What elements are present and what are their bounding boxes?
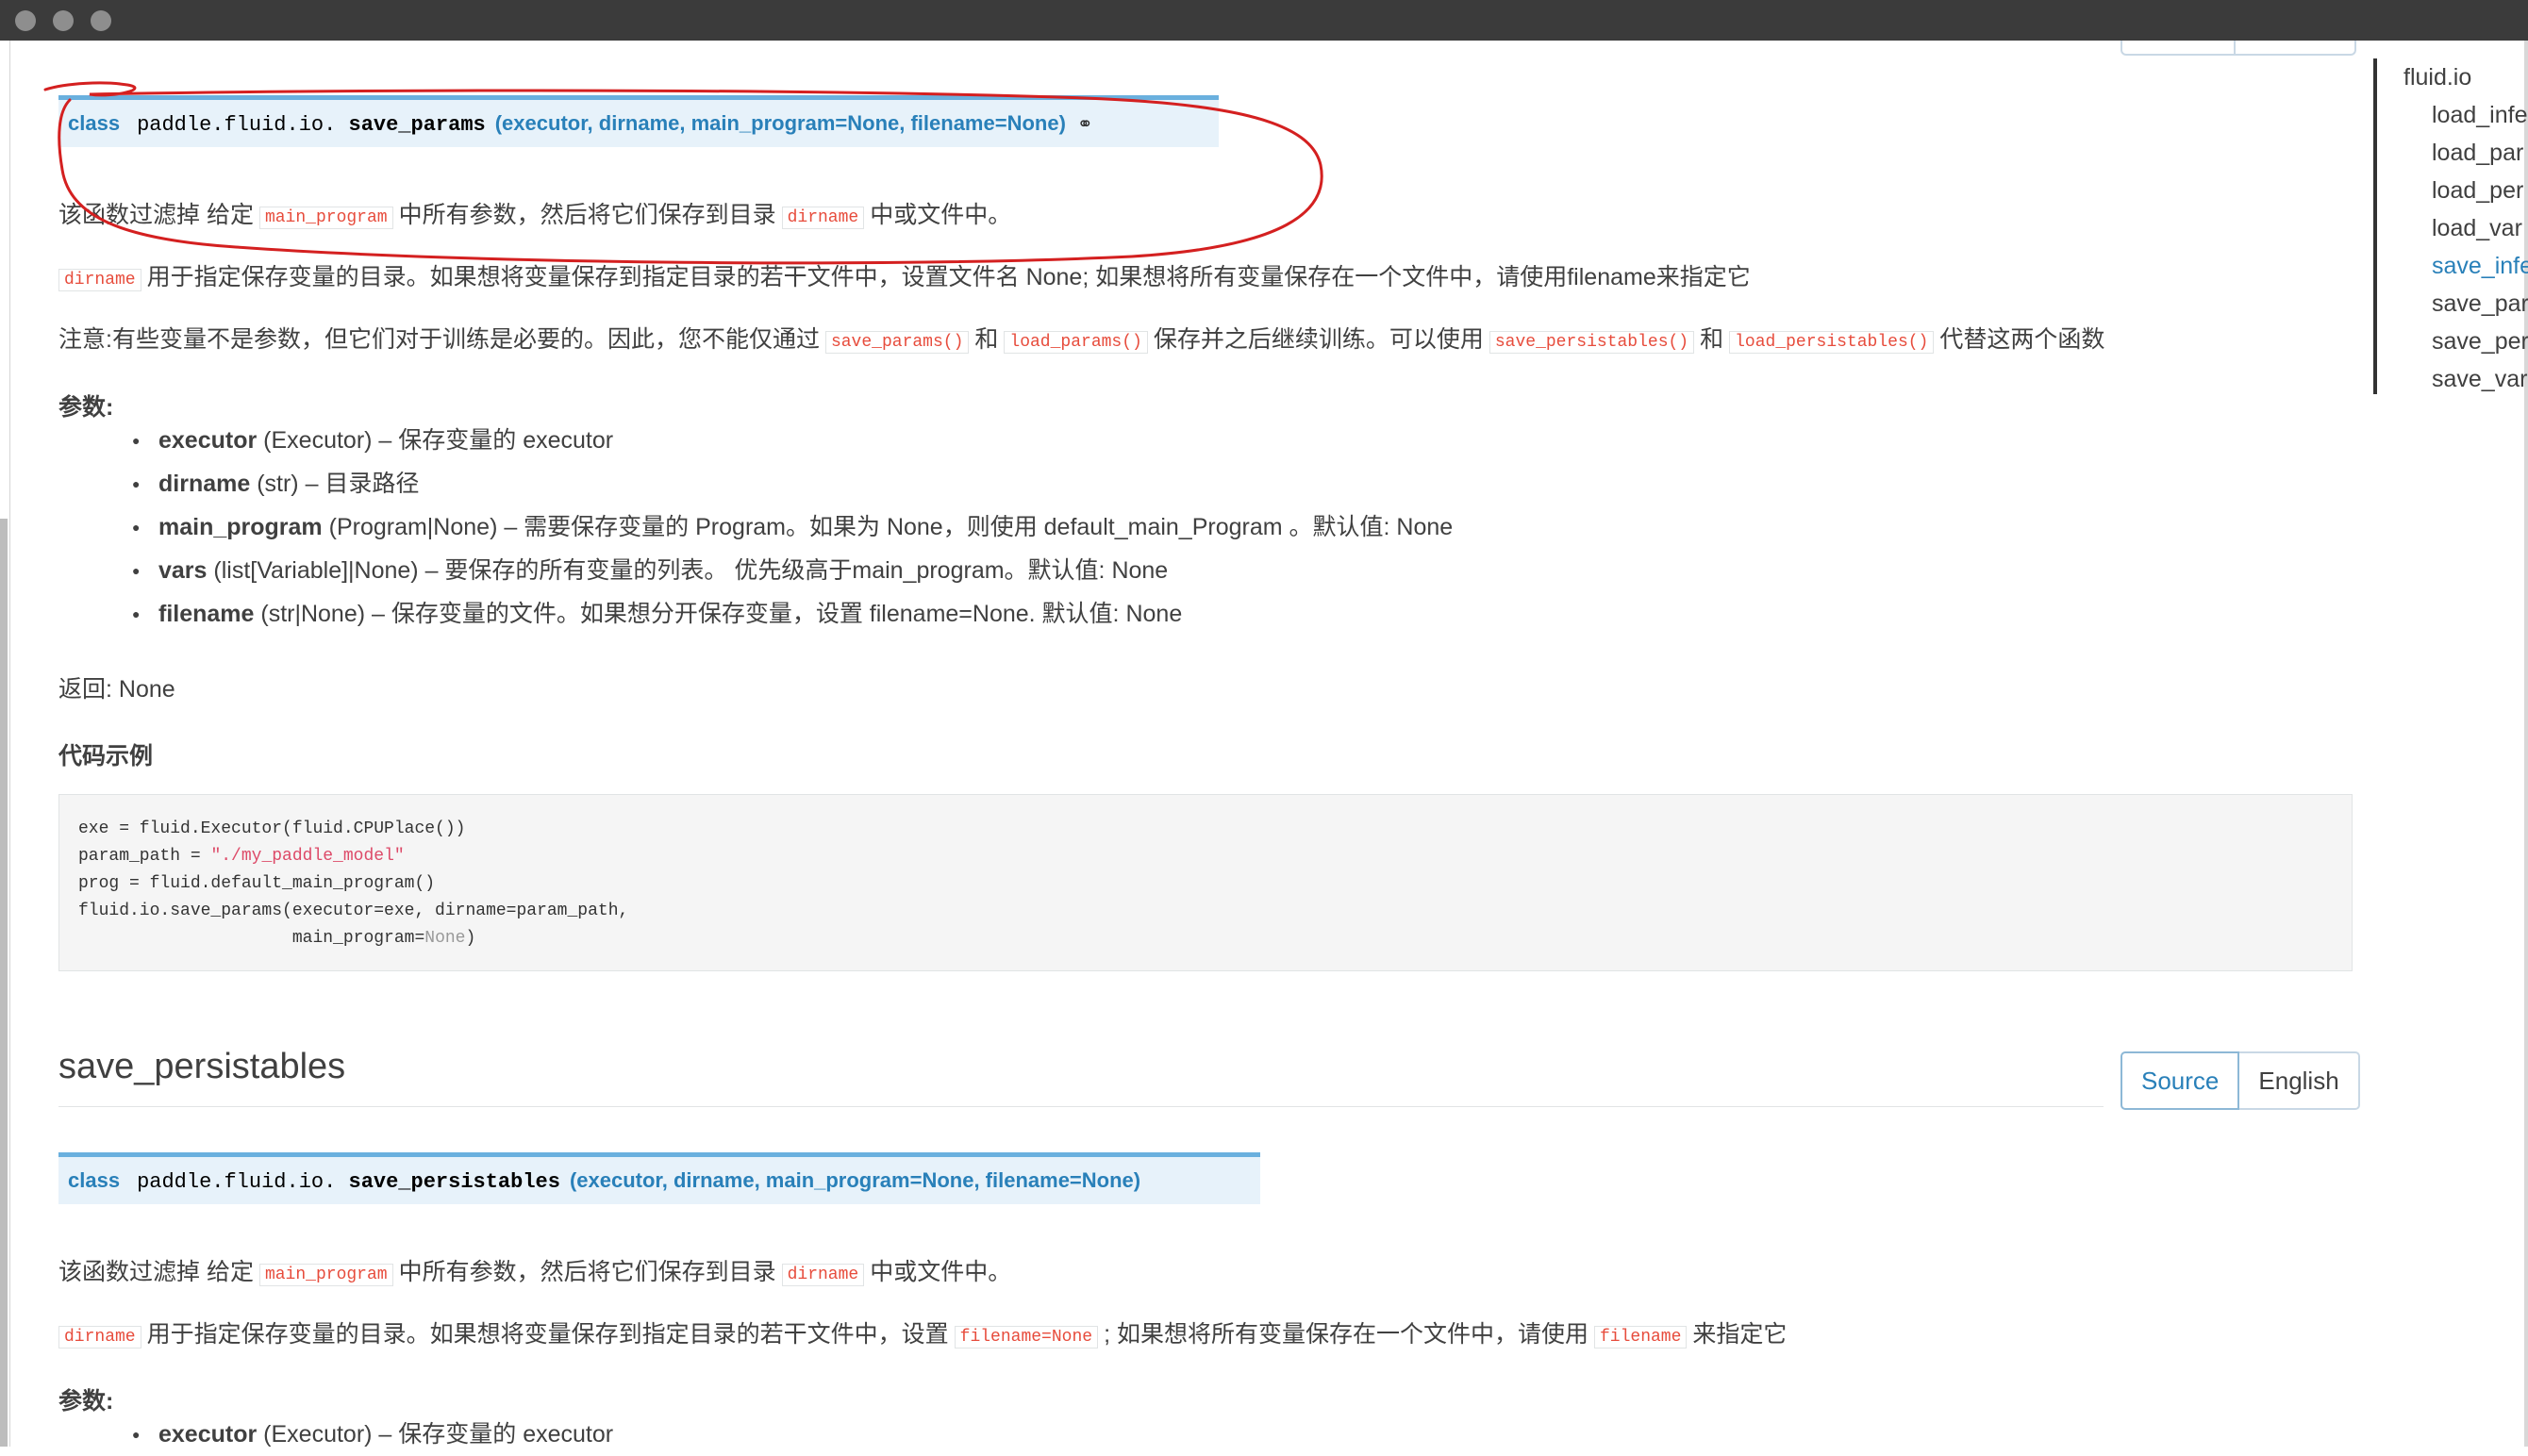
- toc-root[interactable]: fluid.io: [2403, 58, 2528, 96]
- inline-code: dirname: [58, 1326, 141, 1348]
- inline-code: filename: [1593, 1326, 1688, 1348]
- example-heading: 代码示例: [58, 743, 154, 769]
- params-heading: 参数:: [58, 1388, 114, 1415]
- toc-item-active[interactable]: save_infe: [2403, 247, 2528, 285]
- list-item: dirname (str) – 目录路径: [132, 462, 1453, 505]
- save-persistables-signature: class paddle.fluid.io. save_persistables (…: [58, 1152, 1260, 1204]
- class-keyword: class: [68, 1168, 121, 1192]
- toc-item[interactable]: load_per: [2403, 172, 2528, 209]
- scroll-track: [0, 519, 8, 1447]
- save-params-desc-2: dirname 用于指定保存变量的目录。如果想将变量保存到指定目录的若干文件中，设…: [58, 260, 1751, 297]
- toc-item[interactable]: load_infe: [2403, 96, 2528, 134]
- toc-item[interactable]: load_var: [2403, 209, 2528, 247]
- returns-text: 返回: None: [58, 676, 175, 703]
- maximize-window-button[interactable]: [91, 10, 111, 31]
- section-heading: save_persistables: [58, 1047, 346, 1086]
- class-keyword: class: [68, 111, 121, 135]
- inline-code: main_program: [258, 1264, 393, 1286]
- inline-code: load_persistables(): [1729, 331, 1935, 354]
- permalink-icon[interactable]: ⚭: [1077, 112, 1093, 135]
- save-params-desc-1: 该函数过滤掉 给定 main_program 中所有参数，然后将它们保存到目录 dir…: [58, 202, 1012, 229]
- function-params: (executor, dirname, main_program=None, f…: [569, 1168, 1141, 1192]
- list-item: vars (list[Variable]|None) – 要保存的所有变量的列表…: [132, 549, 1453, 592]
- inline-code: load_params(): [1004, 331, 1148, 354]
- inline-code: filename=None: [954, 1326, 1099, 1348]
- params-heading: 参数:: [58, 394, 114, 421]
- toc-item[interactable]: save_var: [2403, 360, 2528, 398]
- toc-sidebar: fluid.io load_infe load_par load_per loa…: [2403, 58, 2528, 398]
- inline-code: main_program: [258, 207, 393, 229]
- inline-code: save_params(): [824, 331, 970, 354]
- function-params: (executor, dirname, main_program=None, f…: [494, 111, 1066, 135]
- list-item: executor (Executor) – 保存变量的 executor: [132, 1413, 613, 1456]
- code-example[interactable]: exe = fluid.Executor(fluid.CPUPlace()) p…: [58, 794, 2353, 971]
- save-params-desc-3: 注意:有些变量不是参数，但它们对于训练是必要的。因此，您不能仅通过 save_pa…: [58, 326, 2105, 354]
- function-name: save_persistables: [348, 1170, 560, 1194]
- save-params-signature: class paddle.fluid.io. save_params (execut…: [58, 95, 1219, 147]
- save-persistables-desc-2: dirname 用于指定保存变量的目录。如果想将变量保存到指定目录的若干文件中，设…: [58, 1317, 1787, 1354]
- heading-rule: [58, 1106, 2104, 1107]
- window-titlebar: [0, 0, 2528, 41]
- source-button[interactable]: Source: [2121, 1051, 2240, 1110]
- save-persistables-desc-1: 该函数过滤掉 给定 main_program 中所有参数，然后将它们保存到目录 dir…: [58, 1259, 1012, 1286]
- toc-indicator: [2373, 58, 2377, 394]
- prev-section-tabs[interactable]: [2121, 41, 2356, 56]
- module-prefix: paddle.fluid.io.: [137, 1170, 337, 1194]
- params-list: executor (Executor) – 保存变量的 executor dir…: [132, 419, 1453, 636]
- close-window-button[interactable]: [15, 10, 36, 31]
- list-item: filename (str|None) – 保存变量的文件。如果想分开保存变量，…: [132, 592, 1453, 636]
- params-list: executor (Executor) – 保存变量的 executor: [132, 1413, 613, 1456]
- toc-item[interactable]: save_par: [2403, 285, 2528, 323]
- list-item: main_program (Program|None) – 需要保存变量的 Pr…: [132, 505, 1453, 549]
- list-item: executor (Executor) – 保存变量的 executor: [132, 419, 1453, 462]
- module-prefix: paddle.fluid.io.: [137, 113, 337, 137]
- source-language-toggle: Source English: [2121, 1051, 2360, 1110]
- inline-code: dirname: [58, 269, 141, 291]
- minimize-window-button[interactable]: [53, 10, 74, 31]
- toc-item[interactable]: save_per: [2403, 323, 2528, 360]
- function-name: save_params: [348, 113, 486, 137]
- inline-code: dirname: [781, 207, 865, 229]
- english-button[interactable]: English: [2239, 1051, 2360, 1110]
- toc-item[interactable]: load_par: [2403, 134, 2528, 172]
- inline-code: save_persistables(): [1489, 331, 1695, 354]
- inline-code: dirname: [781, 1264, 865, 1286]
